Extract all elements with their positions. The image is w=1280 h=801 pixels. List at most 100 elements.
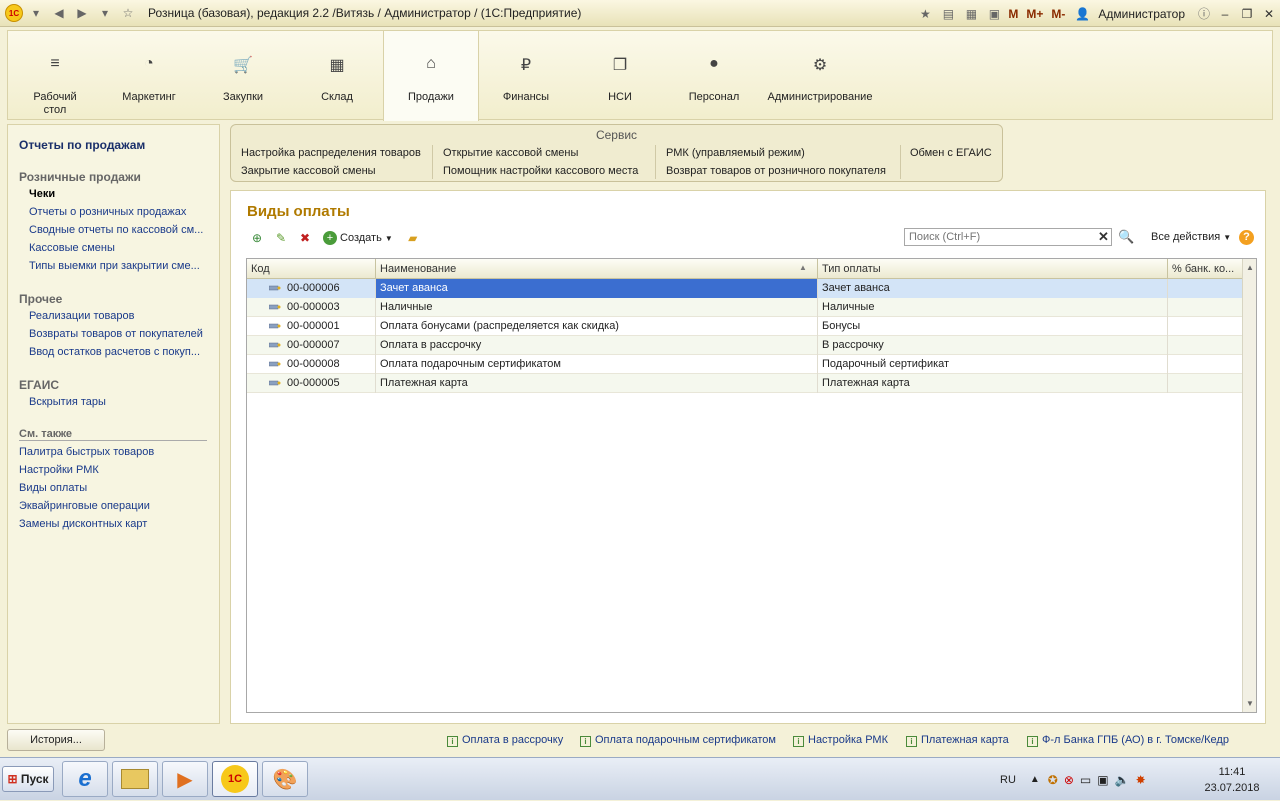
history-link-installment[interactable]: i Оплата в рассрочку bbox=[447, 734, 563, 747]
add-copy-icon[interactable]: ⊕ bbox=[247, 229, 267, 247]
create-folder-icon[interactable]: ▰ bbox=[403, 229, 423, 247]
scroll-up-icon[interactable]: ▲ bbox=[1243, 263, 1257, 272]
vertical-scrollbar[interactable]: ▲ ▼ bbox=[1242, 259, 1256, 712]
restore-button[interactable]: ❐ bbox=[1236, 7, 1258, 21]
taskbar-ie-icon[interactable]: e bbox=[62, 761, 108, 797]
taskbar-1c-icon[interactable]: 1C bbox=[212, 761, 258, 797]
tray-network-blocked-icon[interactable]: ⊗ bbox=[1064, 773, 1074, 787]
delete-mark-icon[interactable]: ✖ bbox=[295, 229, 315, 247]
cell-type: Бонусы bbox=[818, 317, 1168, 336]
close-button[interactable]: ✕ bbox=[1258, 7, 1280, 21]
nav-item-retail-reports[interactable]: Отчеты о розничных продажах bbox=[29, 206, 186, 218]
section-administration[interactable]: ⚙ Администрирование bbox=[761, 31, 879, 121]
nav-item-returns[interactable]: Возвраты товаров от покупателей bbox=[29, 328, 203, 340]
history-link-rmk-settings[interactable]: i Настройка РМК bbox=[793, 734, 888, 747]
panel-splitter[interactable] bbox=[221, 124, 229, 724]
favorites-add-icon[interactable]: ★ bbox=[915, 4, 935, 24]
nav-item-receipts[interactable]: Чеки bbox=[29, 188, 55, 200]
search-input[interactable] bbox=[904, 228, 1112, 246]
section-purchases[interactable]: 🛒 Закупки bbox=[196, 31, 290, 121]
help-icon[interactable]: ? bbox=[1239, 230, 1254, 245]
taskbar-explorer-icon[interactable] bbox=[112, 761, 158, 797]
table-row[interactable]: 00-000007 Оплата в рассрочку В рассрочку bbox=[247, 336, 1242, 355]
see-also-payment-types[interactable]: Виды оплаты bbox=[19, 482, 87, 494]
tray-antivirus-icon[interactable]: ✪ bbox=[1048, 773, 1058, 787]
history-icon[interactable]: ▤ bbox=[938, 4, 958, 24]
service-link-egais-exchange[interactable]: Обмен с ЕГАИС bbox=[910, 147, 992, 159]
section-nsi[interactable]: ❐ НСИ bbox=[573, 31, 667, 121]
nav-item-cash-shifts[interactable]: Кассовые смены bbox=[29, 242, 115, 254]
cell-type: Платежная карта bbox=[818, 374, 1168, 393]
forward-arrow-icon[interactable]: ▶ bbox=[72, 3, 92, 23]
history-button[interactable]: История... bbox=[7, 729, 105, 751]
tray-device-icon[interactable]: ▭ bbox=[1080, 773, 1091, 787]
dropdown-icon[interactable]: ▾ bbox=[95, 3, 115, 23]
history-link-bank[interactable]: i Ф-л Банка ГПБ (АО) в г. Томске/Кедр bbox=[1027, 734, 1229, 747]
memory-plus-button[interactable]: M+ bbox=[1026, 7, 1043, 21]
info-icon[interactable]: ⓘ bbox=[1194, 4, 1214, 24]
table-row[interactable]: 00-000001 Оплата бонусами (распределяется… bbox=[247, 317, 1242, 336]
search-icon[interactable]: 🔍 bbox=[1118, 229, 1134, 245]
history-link-label: Оплата подарочным сертификатом bbox=[595, 734, 776, 746]
nav-item-withdrawal-types[interactable]: Типы выемки при закрытии сме... bbox=[29, 260, 200, 272]
section-warehouse[interactable]: ▦ Склад bbox=[290, 31, 384, 121]
nav-item-summary-reports[interactable]: Сводные отчеты по кассовой см... bbox=[29, 224, 203, 236]
scroll-down-icon[interactable]: ▼ bbox=[1243, 699, 1257, 708]
payment-types-table[interactable]: Код Наименование Тип оплаты % банк. ко..… bbox=[246, 258, 1257, 713]
history-link-payment-card[interactable]: i Платежная карта bbox=[906, 734, 1009, 747]
service-link-distribution[interactable]: Настройка распределения товаров bbox=[241, 147, 421, 159]
back-arrow-icon[interactable]: ◀ bbox=[49, 3, 69, 23]
memory-m-button[interactable]: M bbox=[1008, 7, 1018, 21]
table-row[interactable]: 00-000005 Платежная карта Платежная карта bbox=[247, 374, 1242, 393]
service-link-close-shift[interactable]: Закрытие кассовой смены bbox=[241, 165, 376, 177]
column-code[interactable]: Код bbox=[247, 259, 376, 279]
catalog-item-icon bbox=[269, 304, 281, 310]
column-bank-pct[interactable]: % банк. ко... bbox=[1168, 259, 1242, 279]
nav-item-container-opening[interactable]: Вскрытия тары bbox=[29, 396, 106, 408]
nav-item-sales[interactable]: Реализации товаров bbox=[29, 310, 134, 322]
tray-monitor-icon[interactable]: ▣ bbox=[1097, 773, 1108, 787]
column-name[interactable]: Наименование bbox=[376, 259, 818, 279]
clear-search-icon[interactable]: ✕ bbox=[1096, 229, 1111, 245]
all-actions-menu[interactable]: Все действия ▼ bbox=[1151, 231, 1231, 243]
service-link-retail-return[interactable]: Возврат товаров от розничного покупателя bbox=[666, 165, 886, 177]
service-link-open-shift[interactable]: Открытие кассовой смены bbox=[443, 147, 578, 159]
see-also-quick-goods[interactable]: Палитра быстрых товаров bbox=[19, 446, 154, 458]
tray-volume-icon[interactable]: 🔈 bbox=[1115, 773, 1130, 787]
edit-pencil-icon[interactable]: ✎ bbox=[271, 229, 291, 247]
table-row[interactable]: 00-000003 Наличные Наличные bbox=[247, 298, 1242, 317]
current-user[interactable]: Администратор bbox=[1098, 7, 1185, 21]
section-sales[interactable]: ⌂ Продажи bbox=[383, 31, 479, 121]
taskbar-paint-icon[interactable]: 🎨 bbox=[262, 761, 308, 797]
tray-expand-icon[interactable]: ▲ bbox=[1030, 774, 1040, 785]
section-finance[interactable]: ₽ Финансы bbox=[479, 31, 573, 121]
main-menu-icon[interactable]: ▾ bbox=[26, 3, 46, 23]
cell-type: Подарочный сертификат bbox=[818, 355, 1168, 374]
table-row[interactable]: 00-000006 Зачет аванса Зачет аванса bbox=[247, 279, 1242, 298]
service-link-rmk[interactable]: РМК (управляемый режим) bbox=[666, 147, 805, 159]
memory-minus-button[interactable]: M- bbox=[1051, 7, 1065, 21]
app-logo-icon[interactable]: 1С bbox=[5, 4, 23, 22]
see-also-card-replacement[interactable]: Замены дисконтных карт bbox=[19, 518, 147, 530]
taskbar-media-player-icon[interactable]: ▶ bbox=[162, 761, 208, 797]
favorite-star-icon[interactable]: ☆ bbox=[118, 3, 138, 23]
see-also-acquiring[interactable]: Эквайринговые операции bbox=[19, 500, 150, 512]
section-personnel[interactable]: ● Персонал bbox=[667, 31, 761, 121]
clock[interactable]: 11:41 23.07.2018 bbox=[1200, 764, 1264, 796]
language-indicator[interactable]: RU bbox=[1000, 774, 1016, 786]
history-link-gift-cert[interactable]: i Оплата подарочным сертификатом bbox=[580, 734, 776, 747]
calculator-icon[interactable]: ▦ bbox=[961, 4, 981, 24]
table-row[interactable]: 00-000008 Оплата подарочным сертификатом П… bbox=[247, 355, 1242, 374]
section-desktop[interactable]: ≡ Рабочий стол bbox=[8, 31, 102, 121]
service-link-cash-wizard[interactable]: Помощник настройки кассового места bbox=[443, 165, 638, 177]
minimize-button[interactable]: – bbox=[1214, 7, 1236, 21]
create-button[interactable]: + Создать ▼ bbox=[323, 231, 393, 245]
nav-item-balances[interactable]: Ввод остатков расчетов с покуп... bbox=[29, 346, 200, 358]
start-button[interactable]: ⊞ Пуск bbox=[2, 766, 54, 792]
calendar-icon[interactable]: ▣ bbox=[984, 4, 1004, 24]
see-also-rmk-settings[interactable]: Настройки РМК bbox=[19, 464, 99, 476]
column-type[interactable]: Тип оплаты bbox=[818, 259, 1168, 279]
tray-app-icon[interactable]: ✸ bbox=[1136, 773, 1146, 787]
section-marketing[interactable]: ◔ Маркетинг bbox=[102, 31, 196, 121]
nav-header[interactable]: Отчеты по продажам bbox=[19, 138, 145, 152]
